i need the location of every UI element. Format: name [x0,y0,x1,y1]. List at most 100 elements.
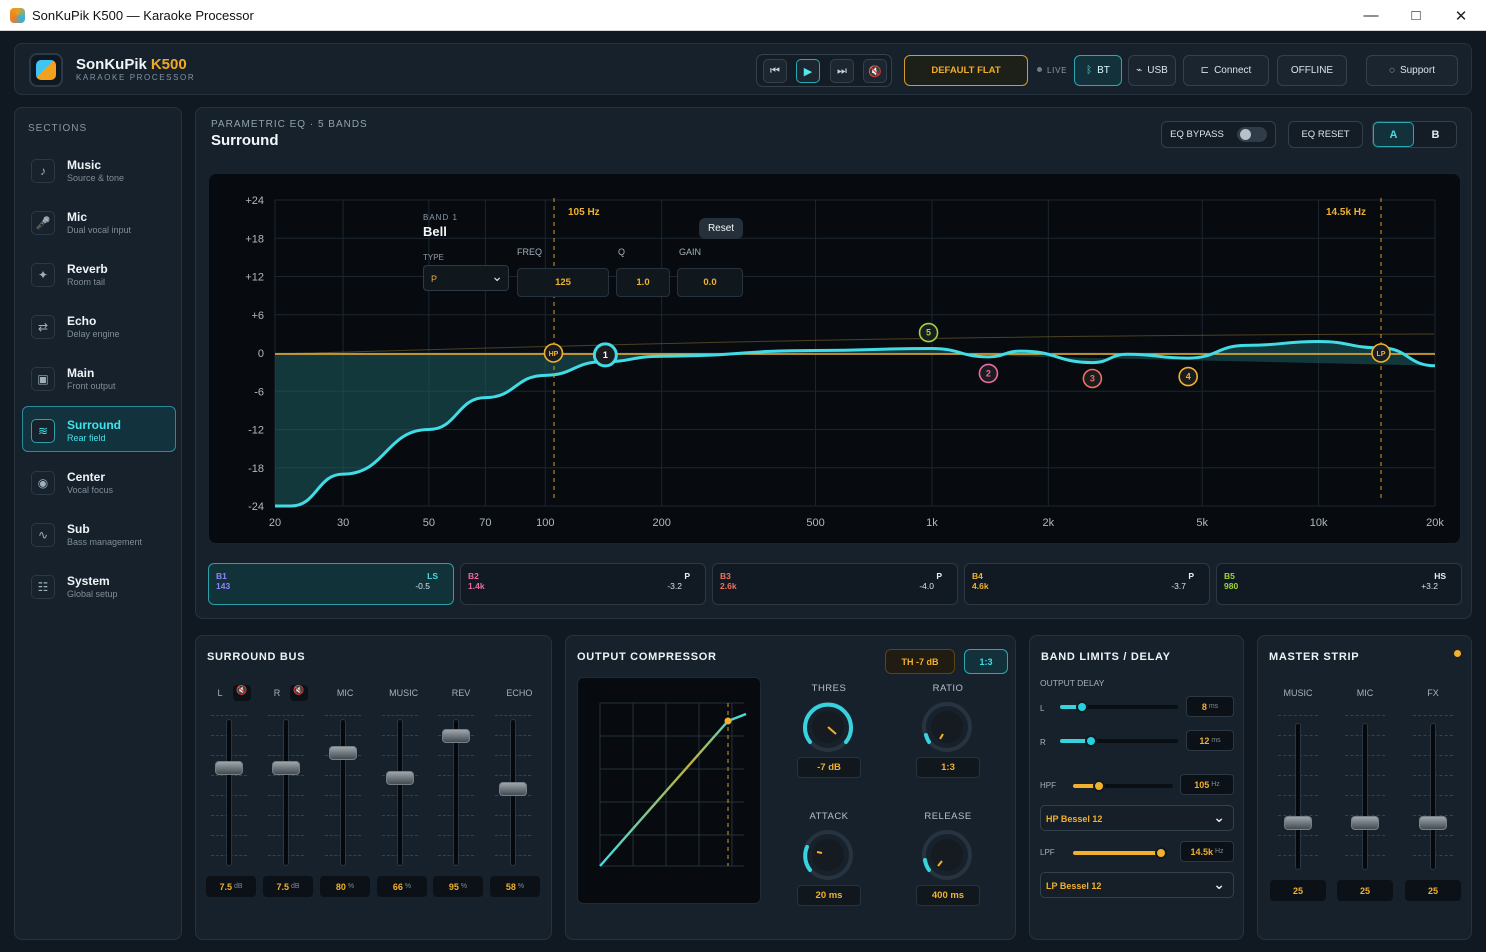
master-fader-value[interactable]: 25 [1405,880,1461,901]
sidebar-item-music[interactable]: ♪ Music Source & tone [22,146,176,192]
eq-node-lp[interactable]: LP [1371,343,1391,363]
ratio-badge[interactable]: 1:3 [964,649,1008,674]
q-field[interactable]: 1.0 [616,268,670,297]
usb-button[interactable]: ⌁ USB [1128,55,1176,86]
master-fader-track[interactable] [1362,723,1368,870]
eq-node-hp[interactable]: HP [543,343,564,363]
gain-field[interactable]: 0.0 [677,268,743,297]
preset-button[interactable]: DEFAULT FLAT [904,55,1028,86]
threshold-point[interactable] [724,717,732,725]
channel-mute-icon[interactable]: 🔇 [233,685,251,701]
fader-handle[interactable] [386,771,414,786]
fader-value[interactable]: 7.5 dB [206,876,256,897]
band-chip-2[interactable]: B2 1.4k P -3.2 [460,563,706,605]
sidebar-item-surround[interactable]: ≋ Surround Rear field [22,406,176,452]
band-chip-1[interactable]: B1 143 LS -0.5 [208,563,454,605]
maximize-button[interactable]: □ [1393,0,1439,31]
offline-button[interactable]: OFFLINE [1277,55,1347,86]
preset-a-button[interactable]: A [1373,122,1414,147]
eq-node-2[interactable]: 2 [978,363,999,384]
sidebar-item-mic[interactable]: 🎤 Mic Dual vocal input [22,198,176,244]
skip-back-icon[interactable]: ⏮ [763,59,787,83]
delay-l-value[interactable]: 8 ms [1186,696,1234,717]
delay-l-handle[interactable] [1076,701,1088,713]
brand-name-text: SonKuPik [76,56,147,73]
sidebar-item-reverb[interactable]: ✦ Reverb Room tail [22,250,176,296]
eq-node-5[interactable]: 5 [918,322,939,343]
bluetooth-button[interactable]: ᛒ BT [1074,55,1122,86]
hpf-handle[interactable] [1093,780,1105,792]
fader-value[interactable]: 80% [320,876,370,897]
lpf-handle[interactable] [1155,847,1167,859]
band-chip-5[interactable]: B5 980 HS +3.2 [1216,563,1462,605]
fader-track[interactable] [397,719,403,866]
release-knob[interactable] [917,825,977,885]
hpf-value[interactable]: 105 Hz [1180,774,1234,795]
delay-r-handle[interactable] [1085,735,1097,747]
sidebar-item-subtitle: Dual vocal input [67,225,132,235]
fader-handle[interactable] [215,761,243,776]
fader-number: 58 [505,881,516,892]
freq-field[interactable]: 125 [517,268,609,297]
skip-forward-icon[interactable]: ⏭ [830,59,854,83]
x-tick-label: 20 [269,517,281,529]
band-type-select[interactable]: P ⌄ [423,265,509,291]
eq-bypass-toggle[interactable]: EQ BYPASS [1161,121,1276,148]
master-fader-track[interactable] [1295,723,1301,870]
fader-handle[interactable] [442,728,470,743]
eq-kicker: PARAMETRIC EQ · 5 BANDS [211,119,368,130]
fader-value[interactable]: 7.5 dB [263,876,313,897]
close-button[interactable]: ✕ [1438,0,1484,31]
lp-filter-select[interactable]: LP Bessel 12 [1040,872,1234,898]
threshold-badge[interactable]: TH -7 dB [885,649,955,674]
toggle-switch[interactable] [1236,127,1267,142]
eq-graph[interactable]: 20 30 50 70 100 200 500 1k 2k 5k 10k 20k +24 +18 +12 +6… [208,173,1461,544]
support-button[interactable]: ◌ Support [1366,55,1458,86]
threshold-knob[interactable] [798,697,858,757]
connect-button[interactable]: ⊏ Connect [1183,55,1269,86]
fader-track[interactable] [226,719,232,866]
attack-knob[interactable] [798,825,858,885]
threshold-value[interactable]: -7 dB [797,757,861,778]
fader-track[interactable] [283,719,289,866]
master-fader-handle[interactable] [1351,816,1379,830]
eq-reset-button[interactable]: EQ RESET [1288,121,1363,148]
attack-value[interactable]: 20 ms [797,885,861,906]
master-fader-value[interactable]: 25 [1270,880,1326,901]
hp-filter-select[interactable]: HP Bessel 12 [1040,805,1234,831]
ratio-value[interactable]: 1:3 [916,757,980,778]
sidebar-item-center[interactable]: ◉ Center Vocal focus [22,458,176,504]
ratio-knob[interactable] [917,697,977,757]
fader-value[interactable]: 66% [377,876,427,897]
lpf-value[interactable]: 14.5k Hz [1180,841,1234,862]
release-value[interactable]: 400 ms [916,885,980,906]
master-fader-track[interactable] [1430,723,1436,870]
transfer-curve-svg [599,702,747,867]
fader-handle[interactable] [272,761,300,776]
sidebar-item-main[interactable]: ▣ Main Front output [22,354,176,400]
preset-b-button[interactable]: B [1415,122,1456,147]
play-icon[interactable]: ▶ [796,59,820,83]
x-tick-label: 30 [337,517,349,529]
delay-r-value[interactable]: 12 ms [1186,730,1234,751]
mute-icon[interactable]: 🔇 [863,59,887,83]
band-chip-4[interactable]: B4 4.6k P -3.7 [964,563,1210,605]
fader-value[interactable]: 95% [433,876,483,897]
sidebar-item-system[interactable]: ☷ System Global setup [22,562,176,608]
channel-mute-icon[interactable]: 🔇 [290,685,308,701]
fader-track[interactable] [340,719,346,866]
eq-node-4[interactable]: 4 [1178,366,1199,387]
master-fader-handle[interactable] [1284,816,1312,830]
master-fader-value[interactable]: 25 [1337,880,1393,901]
sidebar-item-sub[interactable]: ∿ Sub Bass management [22,510,176,556]
master-fader-handle[interactable] [1419,816,1447,830]
fader-value[interactable]: 58% [490,876,540,897]
eq-node-1[interactable]: 1 [592,342,618,368]
minimize-button[interactable]: — [1348,0,1394,31]
sidebar-item-echo[interactable]: ⇄ Echo Delay engine [22,302,176,348]
band-reset-button[interactable]: Reset [699,218,743,239]
eq-node-3[interactable]: 3 [1082,368,1103,389]
fader-handle[interactable] [499,781,527,796]
fader-handle[interactable] [329,746,357,761]
band-chip-3[interactable]: B3 2.6k P -4.0 [712,563,958,605]
